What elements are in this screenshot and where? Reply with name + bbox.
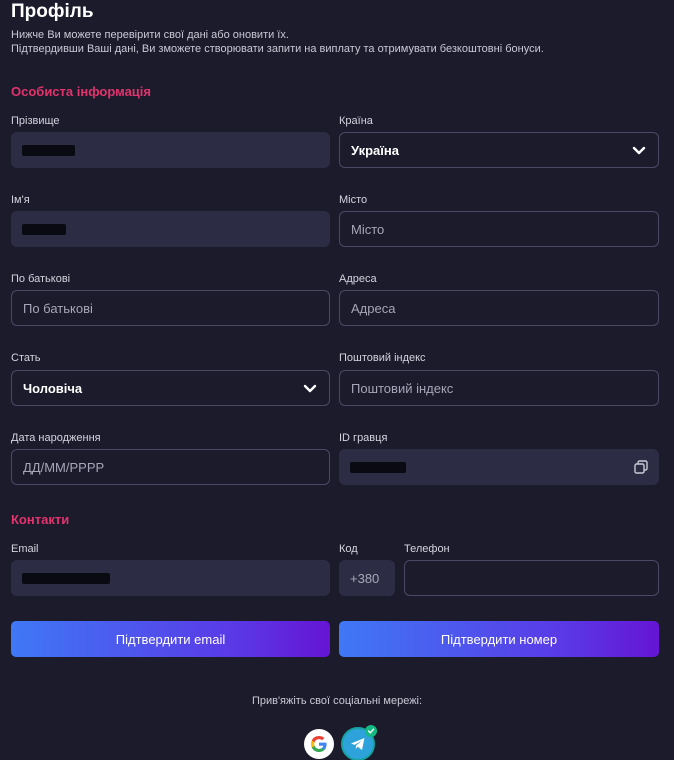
country-value: Україна [351,142,400,158]
chevron-down-icon [303,384,317,393]
player-id-label: ID гравця [339,432,388,444]
patronymic-placeholder: По батькові [23,300,93,316]
player-id-masked-value [350,461,406,473]
code-label: Код [339,543,358,555]
social-link-label: Прив'яжіть свої соціальні мережі: [251,695,423,707]
postal-code-input[interactable]: Поштовий індекс [339,370,659,406]
gender-select[interactable]: Чоловіча [11,370,330,406]
surname-label: Прізвище [11,115,60,127]
google-link-button[interactable] [304,729,334,759]
phone-code-field: +380 [339,560,395,596]
surname-masked-value [22,144,75,156]
page-title: Профіль [11,1,94,22]
address-label: Адреса [339,273,377,285]
country-label: Країна [339,115,373,127]
address-input[interactable]: Адреса [339,290,659,326]
personal-section-title: Особиста інформація [11,84,151,99]
patronymic-input[interactable]: По батькові [11,290,330,326]
email-field[interactable] [11,560,330,596]
copy-icon[interactable] [633,459,649,475]
birth-date-input[interactable]: ДД/ММ/РРРР [11,449,330,485]
email-masked-value [22,572,110,584]
gender-label: Стать [11,352,41,364]
contacts-section-title: Контакти [11,512,70,527]
email-label: Email [11,543,39,555]
city-label: Місто [339,194,368,206]
birth-date-placeholder: ДД/ММ/РРРР [23,459,105,475]
verify-phone-button[interactable]: Підтвердити номер [339,621,659,657]
page-subtitle-line2: Підтвердивши Ваші дані, Ви зможете створ… [11,43,544,55]
country-select[interactable]: Україна [339,132,659,168]
profile-page: Профіль Нижче Ви можете перевірити свої … [0,0,674,760]
postal-code-label: Поштовий індекс [339,352,426,364]
postal-code-placeholder: Поштовий індекс [351,380,454,396]
address-placeholder: Адреса [351,300,396,316]
city-placeholder: Місто [351,221,385,237]
gender-value: Чоловіча [23,380,83,396]
first-name-label: Ім'я [11,194,30,206]
verify-email-button[interactable]: Підтвердити email [11,621,330,657]
phone-code-value: +380 [350,570,380,586]
surname-field[interactable] [11,132,330,168]
chevron-down-icon [632,146,646,155]
linked-check-icon [365,725,377,737]
birth-date-label: Дата народження [11,432,101,444]
phone-label: Телефон [404,543,450,555]
page-subtitle-line1: Нижче Ви можете перевірити свої дані або… [11,29,289,41]
player-id-field [339,449,659,485]
patronymic-label: По батькові [11,273,71,285]
first-name-field[interactable] [11,211,330,247]
city-input[interactable]: Місто [339,211,659,247]
phone-input[interactable] [404,560,659,596]
google-icon [311,736,327,752]
first-name-masked-value [22,223,66,235]
telegram-icon [351,738,365,750]
